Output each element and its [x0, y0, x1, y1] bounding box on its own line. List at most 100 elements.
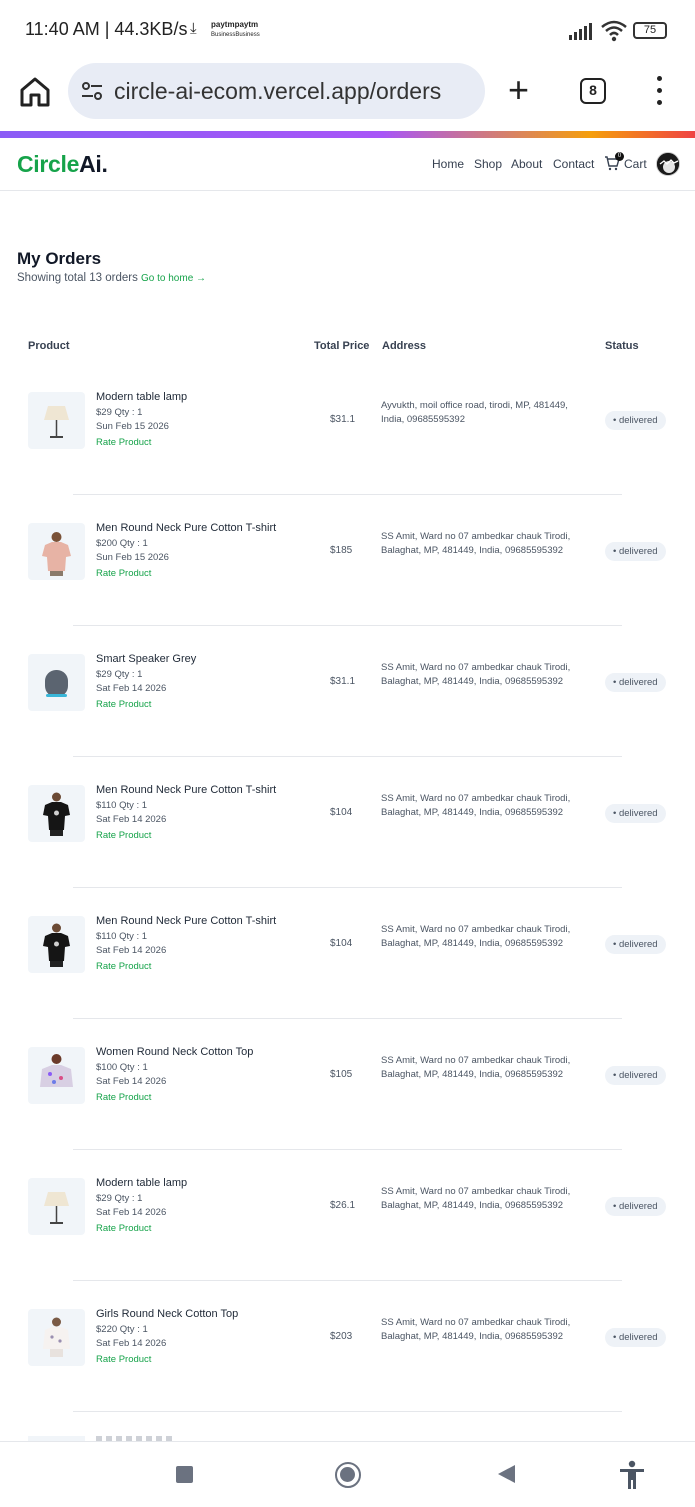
rate-product-link[interactable]: Rate Product: [96, 1092, 151, 1103]
shipping-address: SS Amit, Ward no 07 ambedkar chauk Tirod…: [381, 793, 571, 818]
order-row: Women Round Neck Cotton Top $100 Qty : 1 S…: [0, 1025, 695, 1156]
site-settings-icon[interactable]: [80, 79, 104, 103]
shipping-address: SS Amit, Ward no 07 ambedkar chauk Tirod…: [381, 1055, 571, 1080]
order-date: Sat Feb 14 2026: [96, 1338, 167, 1349]
product-image[interactable]: [28, 392, 85, 449]
order-row: Girls Round Neck Cotton Top $220 Qty : 1 S…: [0, 1287, 695, 1418]
order-row: Men Round Neck Pure Cotton T-shirt $110 Q…: [0, 894, 695, 1025]
product-name[interactable]: Girls Round Neck Cotton Top: [96, 1308, 238, 1320]
url-bar[interactable]: circle-ai-ecom.vercel.app/orders: [68, 63, 485, 119]
accessibility-icon[interactable]: [618, 1460, 646, 1490]
product-name[interactable]: Women Round Neck Cotton Top: [96, 1046, 253, 1058]
row-divider: [73, 494, 622, 495]
order-date: Sat Feb 14 2026: [96, 945, 167, 956]
order-total-price: $105: [330, 1069, 353, 1080]
browser-menu-icon[interactable]: [652, 76, 668, 106]
order-total-price: $203: [330, 1331, 353, 1342]
nav-about[interactable]: About: [511, 157, 542, 171]
nav-home[interactable]: Home: [432, 157, 464, 171]
shipping-address: SS Amit, Ward no 07 ambedkar chauk Tirod…: [381, 1317, 571, 1342]
status-badge: • delivered: [605, 542, 666, 561]
shipping-address: SS Amit, Ward no 07 ambedkar chauk Tirod…: [381, 1186, 571, 1211]
status-badge: • delivered: [605, 1066, 666, 1085]
home-icon[interactable]: [335, 1462, 361, 1488]
order-total-price: $31.1: [330, 414, 356, 425]
order-total-price: $31.1: [330, 676, 356, 687]
back-icon[interactable]: [498, 1465, 515, 1483]
column-header-product: Product: [28, 340, 70, 352]
rate-product-link[interactable]: Rate Product: [96, 961, 151, 972]
shipping-address: SS Amit, Ward no 07 ambedkar chauk Tirod…: [381, 924, 571, 949]
row-divider: [73, 1018, 622, 1019]
rate-product-link[interactable]: Rate Product: [96, 1354, 151, 1365]
order-date: Sun Feb 15 2026: [96, 552, 169, 563]
cart-count-badge: 0: [615, 152, 624, 161]
rate-product-link[interactable]: Rate Product: [96, 437, 151, 448]
product-name[interactable]: Men Round Neck Pure Cotton T-shirt: [96, 522, 276, 534]
row-divider: [73, 756, 622, 757]
product-image[interactable]: [28, 785, 85, 842]
nav-shop[interactable]: Shop: [474, 157, 502, 171]
browser-home-icon[interactable]: [18, 76, 52, 108]
rate-product-link[interactable]: Rate Product: [96, 568, 151, 579]
row-divider: [73, 1149, 622, 1150]
tab-switcher-button[interactable]: 8: [580, 78, 606, 104]
android-status-bar: 11:40 AM | 44.3KB/s ⤓ paytmpaytm Busines…: [0, 0, 695, 62]
cart-link[interactable]: Cart: [624, 157, 647, 171]
order-total-price: $26.1: [330, 1200, 356, 1211]
order-total-price: $104: [330, 938, 353, 949]
order-total-price: $104: [330, 807, 353, 818]
recents-icon[interactable]: [176, 1466, 193, 1483]
row-divider: [73, 1411, 622, 1412]
product-image[interactable]: [28, 916, 85, 973]
nav-contact[interactable]: Contact: [553, 157, 594, 171]
product-image[interactable]: [28, 654, 85, 711]
order-date: Sat Feb 14 2026: [96, 1207, 167, 1218]
product-image[interactable]: [28, 1178, 85, 1235]
product-image[interactable]: [28, 1047, 85, 1104]
status-badge: • delivered: [605, 1197, 666, 1216]
url-text[interactable]: circle-ai-ecom.vercel.app/orders: [114, 78, 441, 105]
page-load-progress: [0, 131, 695, 138]
download-icon: ⤓: [190, 20, 197, 37]
status-badge: • delivered: [605, 1328, 666, 1347]
status-badge: • delivered: [605, 411, 666, 430]
product-price-qty: $100 Qty : 1: [96, 1062, 148, 1073]
product-name[interactable]: Smart Speaker Grey: [96, 653, 196, 665]
order-date: Sat Feb 14 2026: [96, 1076, 167, 1087]
column-header-total-price: Total Price: [314, 340, 370, 352]
site-logo[interactable]: CircleAi.: [17, 151, 108, 178]
column-header-status: Status: [605, 340, 639, 352]
page-title: My Orders: [17, 249, 102, 268]
new-tab-icon[interactable]: +: [508, 72, 529, 108]
order-row: Smart Speaker Grey $29 Qty : 1 Sat Feb 14 …: [0, 632, 695, 763]
order-row: Modern table lamp $29 Qty : 1 Sun Feb 15 2…: [0, 370, 695, 501]
logo-circle: Circle: [17, 151, 80, 177]
paytm-notification-icon: paytmpaytm BusinessBusiness: [211, 20, 260, 40]
paytm-label-bottom: BusinessBusiness: [211, 32, 260, 38]
product-name[interactable]: Men Round Neck Pure Cotton T-shirt: [96, 915, 276, 927]
status-badge: • delivered: [605, 673, 666, 692]
shipping-address: SS Amit, Ward no 07 ambedkar chauk Tirod…: [381, 531, 571, 556]
rate-product-link[interactable]: Rate Product: [96, 830, 151, 841]
product-price-qty: $200 Qty : 1: [96, 538, 148, 549]
rate-product-link[interactable]: Rate Product: [96, 1223, 151, 1234]
go-to-home-link[interactable]: Go to home →: [141, 273, 206, 284]
order-date: Sat Feb 14 2026: [96, 683, 167, 694]
row-divider: [73, 1280, 622, 1281]
product-price-qty: $29 Qty : 1: [96, 1193, 143, 1204]
row-divider: [73, 887, 622, 888]
site-header: CircleAi. Home Shop About Contact 0 Cart: [0, 138, 695, 191]
product-price-qty: $29 Qty : 1: [96, 407, 143, 418]
product-name[interactable]: Men Round Neck Pure Cotton T-shirt: [96, 784, 276, 796]
product-name[interactable]: Modern table lamp: [96, 1177, 187, 1189]
product-image[interactable]: [28, 1309, 85, 1366]
product-image[interactable]: [28, 523, 85, 580]
product-price-qty: $220 Qty : 1: [96, 1324, 148, 1335]
logo-ai: Ai.: [79, 151, 108, 177]
status-badge: • delivered: [605, 804, 666, 823]
column-header-address: Address: [382, 340, 427, 352]
user-avatar[interactable]: [656, 152, 680, 176]
product-name[interactable]: Modern table lamp: [96, 391, 187, 403]
rate-product-link[interactable]: Rate Product: [96, 699, 151, 710]
